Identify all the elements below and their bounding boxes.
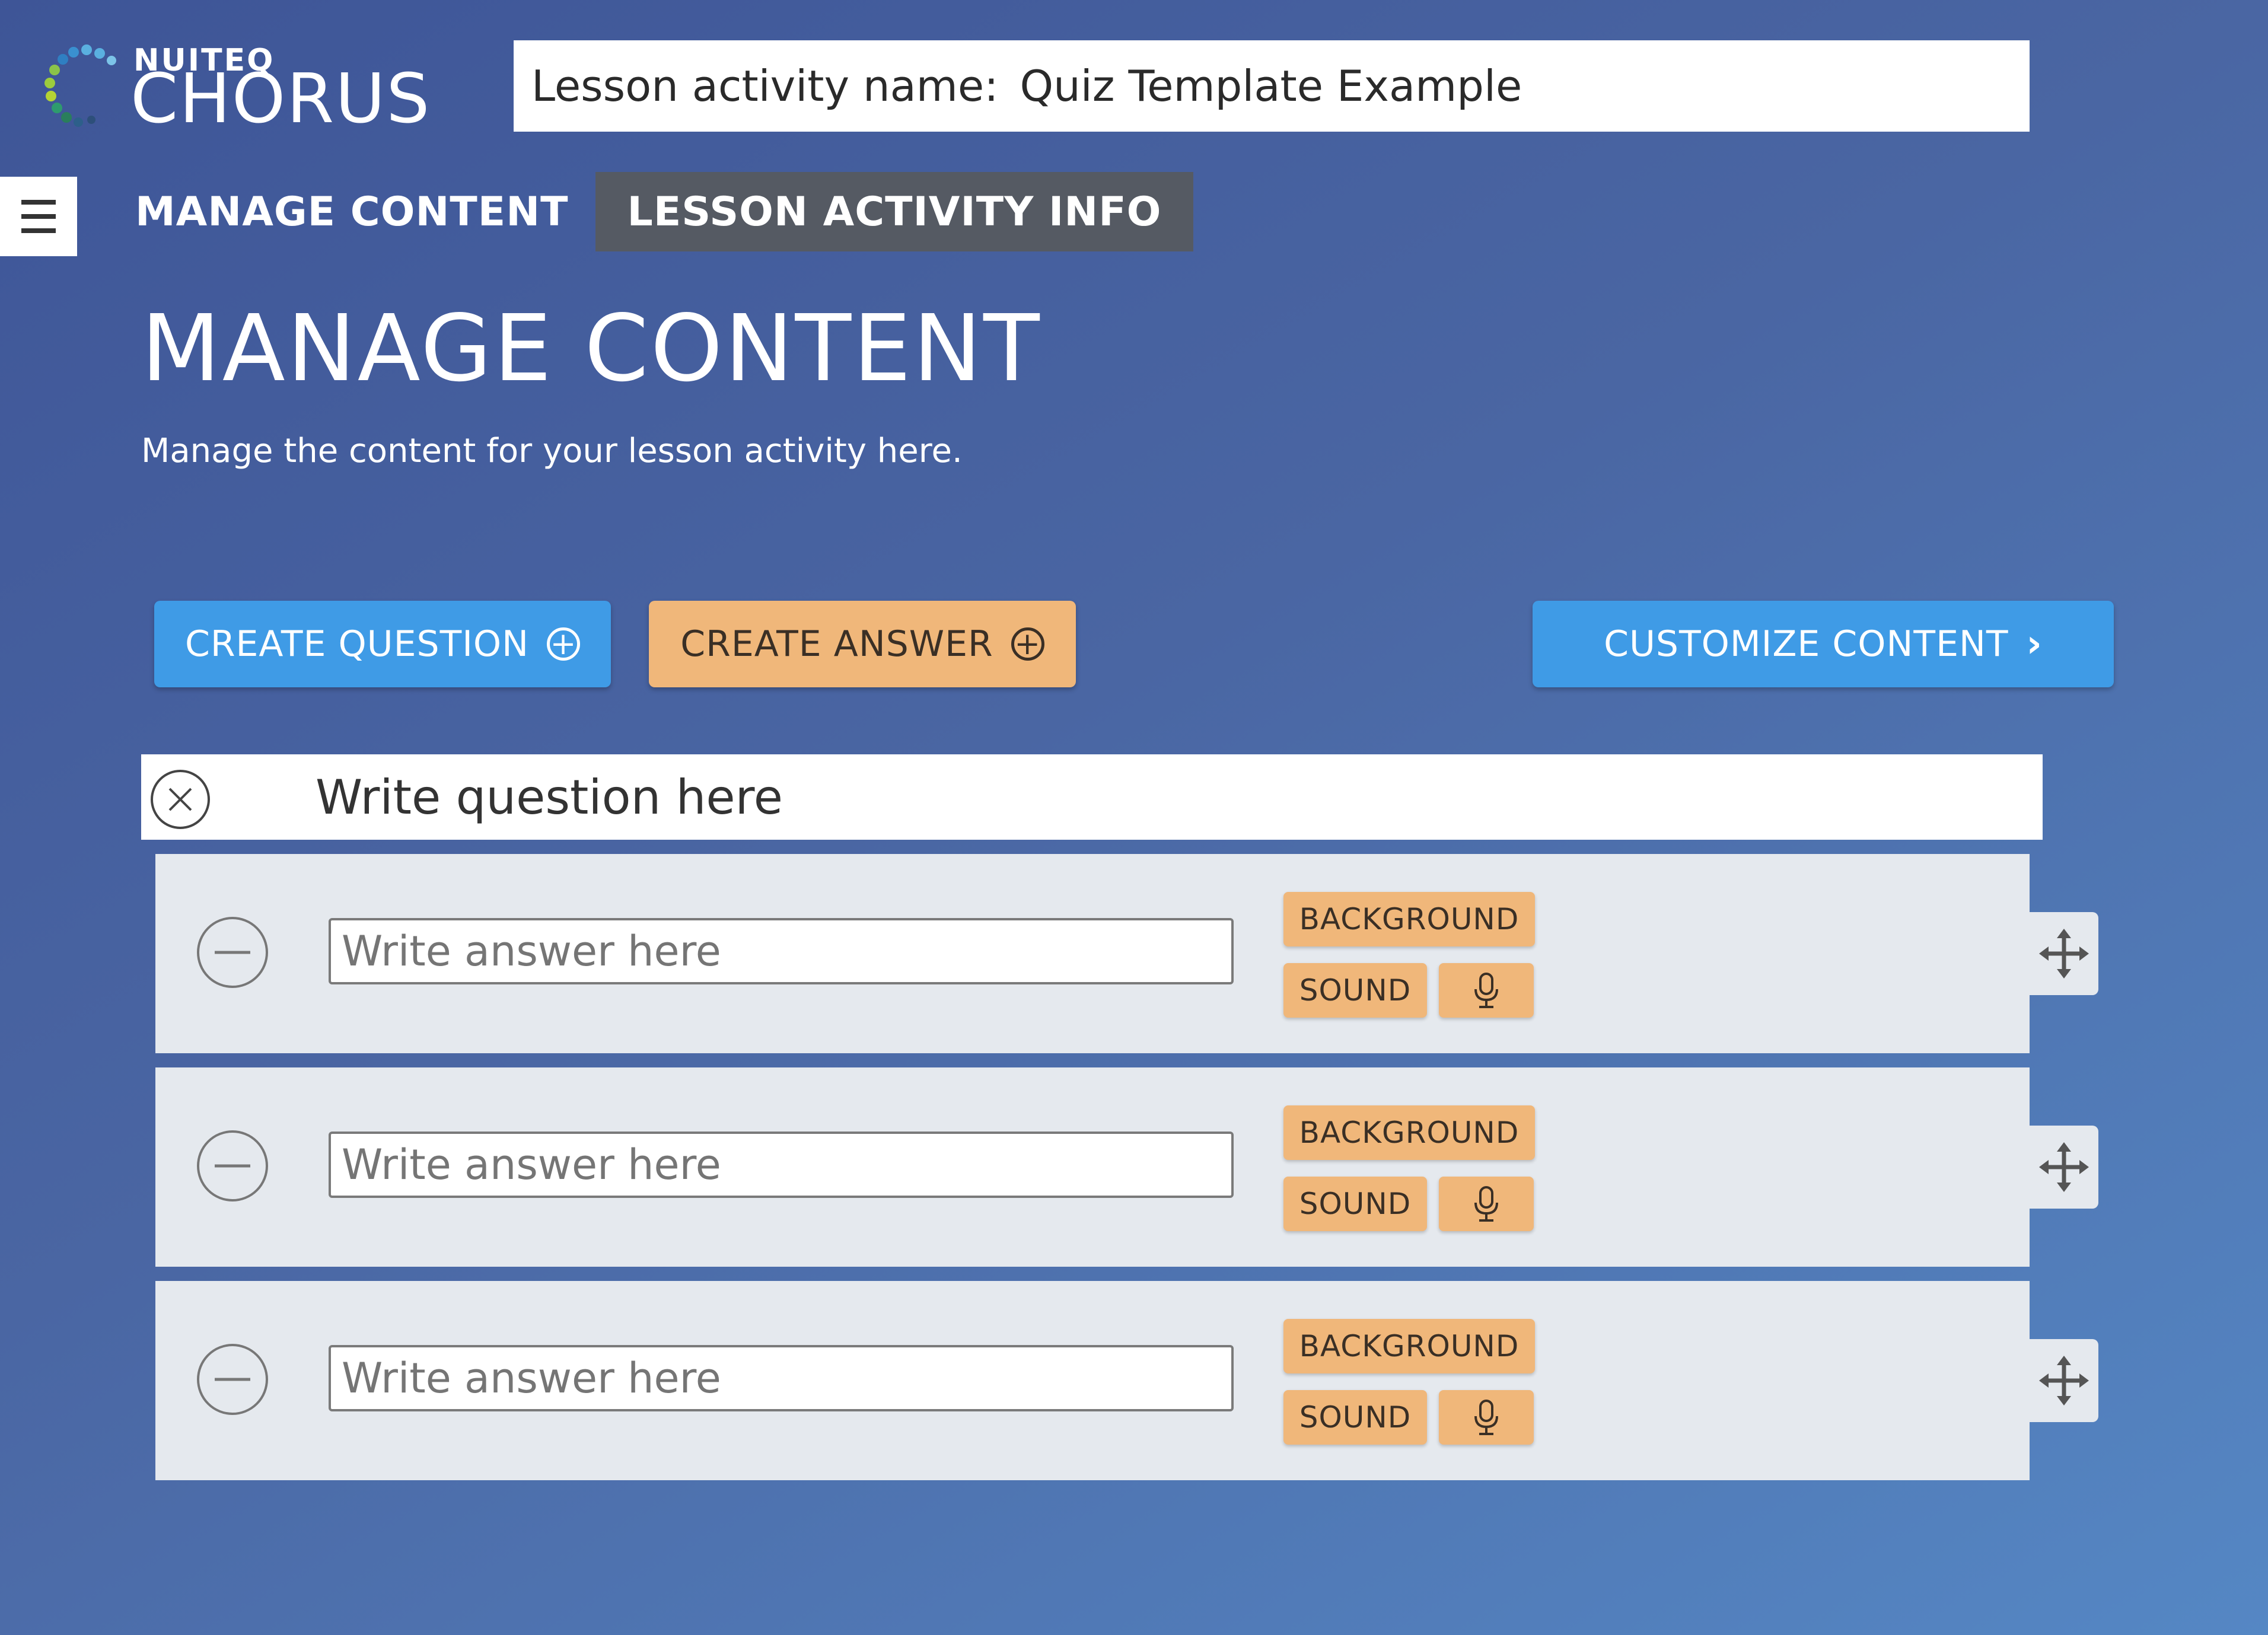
question-field[interactable]: Write question here — [141, 754, 2043, 840]
record-button[interactable] — [1439, 1177, 1534, 1231]
background-button[interactable]: BACKGROUND — [1283, 892, 1535, 946]
page-subtitle: Manage the content for your lesson activ… — [141, 432, 963, 470]
record-button[interactable] — [1439, 1390, 1534, 1445]
answer-row: BACKGROUND SOUND — [155, 854, 2098, 1053]
sound-button[interactable]: SOUND — [1283, 963, 1427, 1018]
background-button[interactable]: BACKGROUND — [1283, 1319, 1535, 1373]
create-answer-label: CREATE ANSWER — [680, 623, 993, 665]
question-placeholder: Write question here — [316, 769, 783, 825]
sound-button[interactable]: SOUND — [1283, 1177, 1427, 1231]
record-button[interactable] — [1439, 963, 1534, 1018]
chevron-right-icon: › — [2026, 622, 2043, 666]
activity-name-value: Quiz Template Example — [1020, 61, 1522, 111]
answer-input[interactable] — [329, 918, 1234, 984]
plus-circle-icon: + — [1011, 627, 1044, 661]
close-circle-icon[interactable] — [149, 769, 211, 830]
customize-content-label: CUSTOMIZE CONTENT — [1604, 623, 2009, 665]
minus-circle-icon[interactable] — [196, 1343, 269, 1416]
move-icon — [2039, 929, 2089, 979]
chorus-logo-icon — [44, 44, 116, 127]
tab-lesson-activity-info[interactable]: LESSON ACTIVITY INFO — [595, 172, 1193, 251]
customize-content-button[interactable]: CUSTOMIZE CONTENT › — [1533, 601, 2114, 687]
move-icon — [2039, 1142, 2089, 1192]
move-handle[interactable] — [2030, 912, 2098, 995]
minus-circle-icon[interactable] — [196, 916, 269, 989]
move-handle[interactable] — [2030, 1339, 2098, 1422]
answer-input[interactable] — [329, 1132, 1234, 1198]
sound-button[interactable]: SOUND — [1283, 1390, 1427, 1445]
microphone-icon — [1474, 973, 1498, 1008]
page-title: MANAGE CONTENT — [141, 295, 1041, 402]
answer-row: BACKGROUND SOUND — [155, 1067, 2098, 1267]
move-handle[interactable] — [2030, 1126, 2098, 1209]
answer-row: BACKGROUND SOUND — [155, 1281, 2098, 1480]
tab-manage-content[interactable]: MANAGE CONTENT — [135, 172, 569, 251]
microphone-icon — [1474, 1186, 1498, 1222]
create-question-label: CREATE QUESTION — [184, 623, 530, 665]
move-icon — [2039, 1356, 2089, 1405]
background-button[interactable]: BACKGROUND — [1283, 1105, 1535, 1160]
activity-name-field[interactable]: Lesson activity name: Quiz Template Exam… — [514, 40, 2030, 132]
minus-circle-icon[interactable] — [196, 1129, 269, 1203]
create-answer-button[interactable]: CREATE ANSWER + — [649, 601, 1076, 687]
product-name: CHORUS — [130, 59, 431, 139]
activity-name-label: Lesson activity name: — [531, 61, 999, 111]
microphone-icon — [1474, 1400, 1498, 1435]
hamburger-icon — [21, 195, 56, 238]
plus-circle-icon: + — [547, 627, 581, 661]
menu-button[interactable] — [0, 177, 77, 256]
create-question-button[interactable]: CREATE QUESTION + — [154, 601, 611, 687]
answer-input[interactable] — [329, 1345, 1234, 1411]
app-logo: NUITEQ CHORUS — [42, 42, 433, 139]
